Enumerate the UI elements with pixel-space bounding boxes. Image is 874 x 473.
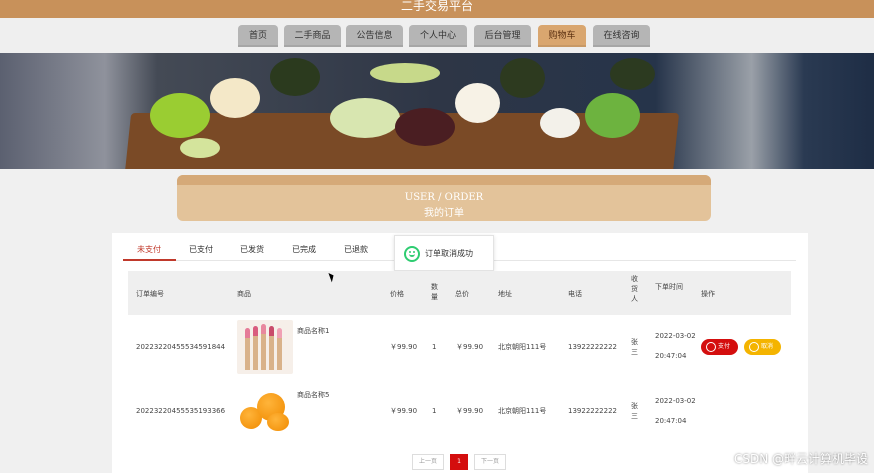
page-title-cn: 我的订单	[424, 208, 464, 219]
total-price: ￥99.90	[456, 407, 484, 415]
price: ￥99.90	[390, 343, 418, 351]
main-nav: 首页 二手商品 公告信息 个人中心 后台管理 购物车 在线咨询	[0, 18, 874, 53]
th-qty: 数量	[431, 283, 438, 301]
th-order-no: 订单编号	[136, 290, 164, 298]
pay-icon	[706, 342, 716, 352]
toast-message: 订单取消成功	[425, 249, 473, 258]
tab-paid[interactable]: 已支付	[189, 243, 213, 261]
tab-refunded[interactable]: 已退款	[344, 243, 368, 261]
nav-item-secondhand-goods[interactable]: 二手商品	[284, 25, 341, 47]
cancel-button[interactable]: 取消	[744, 339, 781, 355]
tab-completed[interactable]: 已完成	[292, 243, 316, 261]
nav-item-personal-center[interactable]: 个人中心	[409, 25, 467, 47]
top-title-bar: 二手交易平台	[0, 0, 874, 18]
order-date: 2022-03-02	[655, 397, 696, 405]
receiver: 张三	[631, 402, 638, 420]
th-receiver: 收货人	[631, 275, 638, 303]
site-title: 二手交易平台	[400, 0, 473, 13]
banner-image	[0, 53, 874, 169]
quantity: 1	[432, 343, 437, 351]
nav-item-cart[interactable]: 购物车	[538, 25, 586, 47]
th-phone: 电话	[568, 290, 582, 298]
orders-panel: 未支付 已支付 已发货 已完成 已退款 订单取消成功 订单编号 商品 价格 数量…	[112, 233, 808, 473]
nav-item-online-consult[interactable]: 在线咨询	[593, 25, 650, 47]
page-title-box: USER / ORDER 我的订单	[177, 175, 711, 221]
tab-shipped[interactable]: 已发货	[240, 243, 264, 261]
phone: 13922222222	[568, 343, 617, 351]
nav-item-admin[interactable]: 后台管理	[474, 25, 531, 47]
table-header: 订单编号 商品 价格 数量 总价 地址 电话 收货人 下单时间 操作	[128, 271, 791, 315]
orange-product-image[interactable]	[237, 385, 293, 439]
title-stripe	[177, 175, 711, 185]
nav-item-home[interactable]: 首页	[238, 25, 278, 47]
page-title-en: USER / ORDER	[404, 192, 484, 203]
th-total: 总价	[455, 290, 469, 298]
address: 北京朝阳111号	[498, 343, 547, 351]
lipstick-product-image[interactable]	[237, 320, 293, 374]
quantity: 1	[432, 407, 437, 415]
cancel-button-label: 取消	[761, 343, 774, 350]
th-product: 商品	[237, 290, 251, 298]
pay-button-label: 支付	[718, 343, 731, 350]
pay-button[interactable]: 支付	[701, 339, 738, 355]
product-name[interactable]: 商品名称1	[297, 326, 329, 336]
order-date: 2022-03-02	[655, 332, 696, 340]
th-actions: 操作	[701, 290, 715, 298]
phone: 13922222222	[568, 407, 617, 415]
price: ￥99.90	[390, 407, 418, 415]
smile-icon	[404, 246, 420, 262]
product-name[interactable]: 商品名称5	[297, 390, 329, 400]
address: 北京朝阳111号	[498, 407, 547, 415]
order-no: 20223220455535193366	[136, 407, 226, 415]
cancel-icon	[749, 342, 759, 352]
next-page-button[interactable]: 下一页	[474, 454, 506, 470]
receiver: 张三	[631, 338, 638, 356]
th-price: 价格	[390, 290, 404, 298]
th-order-time: 下单时间	[655, 283, 683, 291]
nav-item-announcements[interactable]: 公告信息	[346, 25, 403, 47]
prev-page-button[interactable]: 上一页	[412, 454, 444, 470]
toast-notification: 订单取消成功	[394, 235, 494, 271]
active-tab-indicator	[123, 259, 176, 261]
total-price: ￥99.90	[456, 343, 484, 351]
page-1-button[interactable]: 1	[450, 454, 468, 470]
th-address: 地址	[498, 290, 512, 298]
order-clock: 20:47:04	[655, 417, 687, 425]
order-no: 20223220455534591844	[136, 343, 226, 351]
watermark: CSDN @畔云计算机毕设	[733, 452, 868, 466]
order-clock: 20:47:04	[655, 352, 687, 360]
